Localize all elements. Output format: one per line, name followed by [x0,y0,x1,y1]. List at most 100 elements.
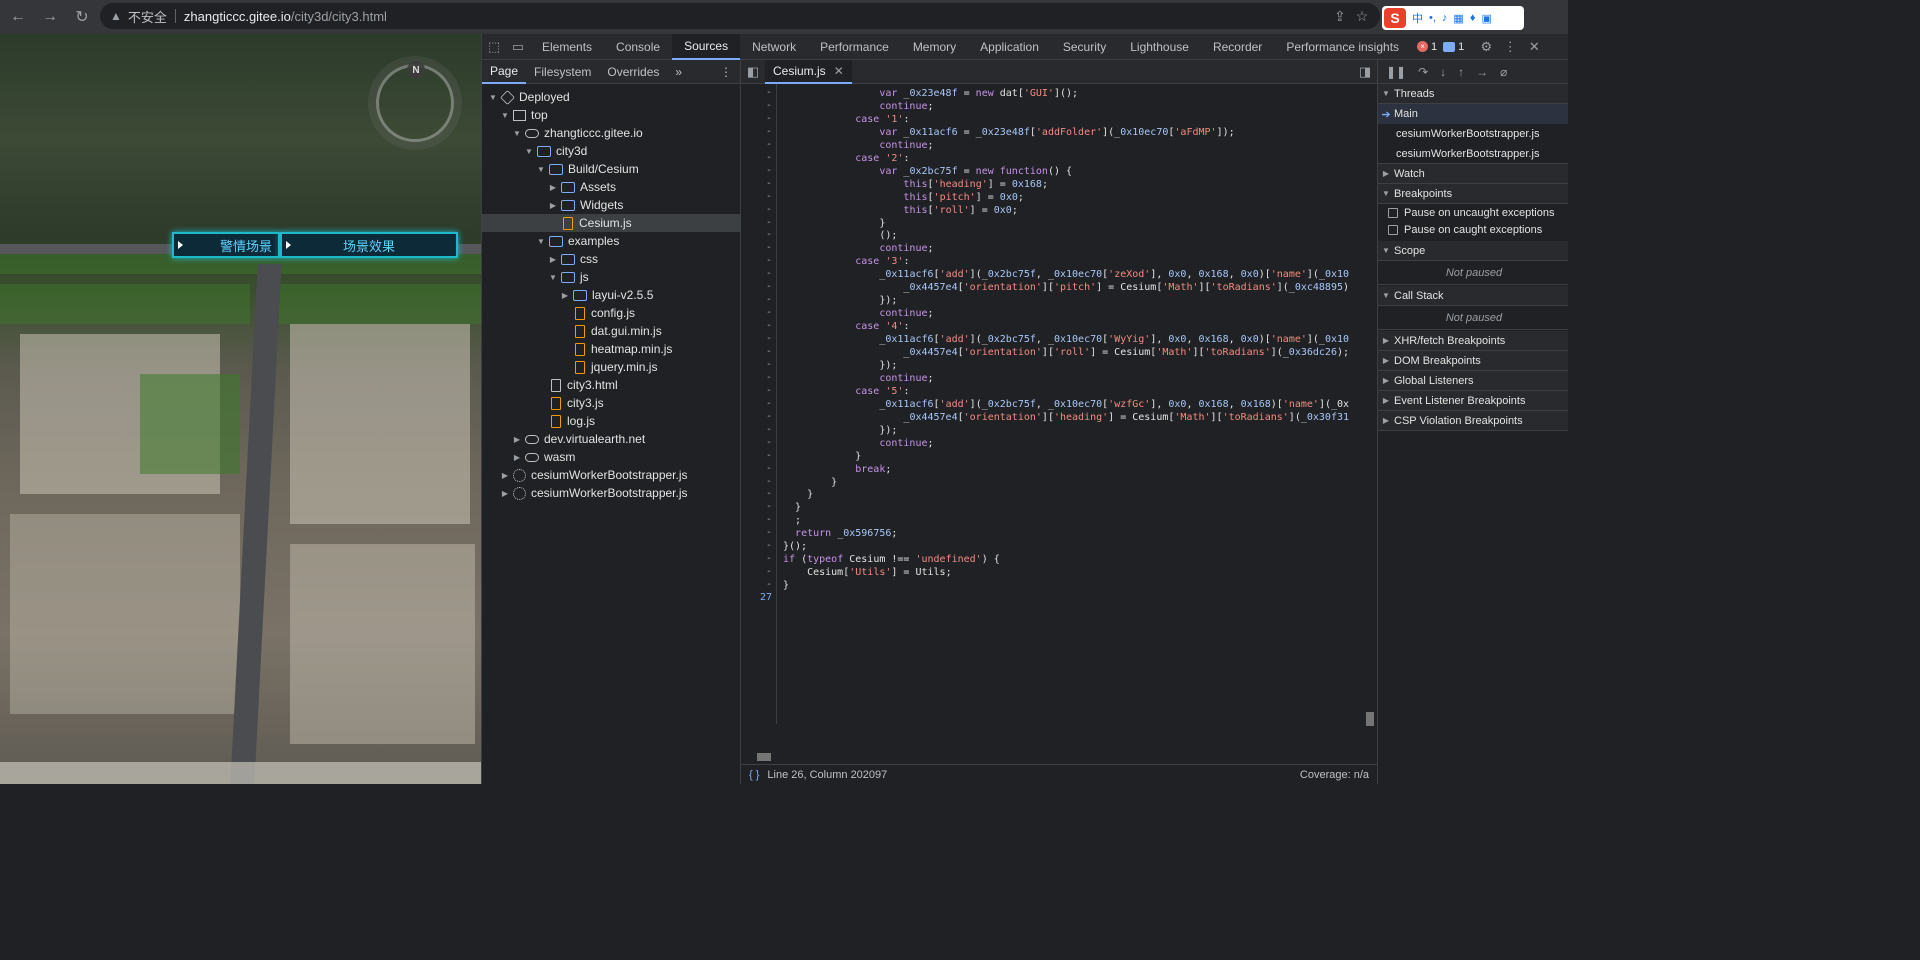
line-number[interactable]: - [766,139,772,150]
code-line[interactable]: } [783,476,837,489]
collapse-arrow-icon[interactable]: ▶ [548,201,558,210]
scrollbar-thumb[interactable] [757,753,771,761]
tree-item[interactable]: ▶ layui-v2.5.5 [482,286,741,304]
collapse-arrow-icon[interactable]: ▶ [548,255,558,264]
thread-main[interactable]: ➔ Main [1378,104,1568,124]
more-options-icon[interactable]: ⋮ [1498,35,1522,59]
punctuation-icon[interactable]: •, [1429,12,1436,24]
code-line[interactable]: continue; [783,139,933,152]
code-line[interactable]: case '2': [783,152,909,165]
insecure-label[interactable]: 不安全 [128,7,167,26]
toggle-debugger-icon[interactable]: ◨ [1353,60,1377,84]
tree-item[interactable]: ▼ js [482,268,741,286]
tree-item[interactable]: ▼ examples [482,232,741,250]
code-line[interactable]: (); [783,229,897,242]
editor-tab-cesium[interactable]: Cesium.js ✕ [765,59,852,84]
expand-arrow-icon[interactable]: ▼ [512,129,522,138]
code-line[interactable]: continue; [783,307,933,320]
tree-item[interactable]: ▶ wasm [482,448,741,466]
settings-gear-icon[interactable]: ⚙ [1474,35,1498,59]
tab-lighthouse[interactable]: Lighthouse [1118,34,1201,60]
tree-item[interactable]: dat.gui.min.js [482,322,741,340]
thread-worker[interactable]: cesiumWorkerBootstrapper.js [1378,124,1568,144]
code-line[interactable]: this['roll'] = 0x0; [783,204,1017,217]
tree-item[interactable]: Cesium.js [482,214,741,232]
code-line[interactable]: _0x11acf6['add'](_0x2bc75f, _0x10ec70['W… [783,333,1349,346]
tree-item[interactable]: ▼ zhangticcc.gitee.io [482,124,741,142]
code-line[interactable]: var _0x11acf6 = _0x23e48f['addFolder'](_… [783,126,1234,139]
tree-item[interactable]: jquery.min.js [482,358,741,376]
line-number[interactable]: - [766,527,772,538]
code-line[interactable]: case '4': [783,320,909,333]
line-number[interactable]: - [766,126,772,137]
line-number[interactable]: - [766,579,772,590]
threads-header[interactable]: ▼ Threads [1378,84,1568,104]
call-stack-header[interactable]: ▼ Call Stack [1378,286,1568,306]
tree-item[interactable]: ▶ Widgets [482,196,741,214]
reload-icon[interactable]: ↻ [68,3,96,31]
line-number[interactable]: - [766,100,772,111]
code-line[interactable]: Cesium['Utils'] = Utils; [783,566,952,579]
tree-item[interactable]: ▼ top [482,106,741,124]
tab-performance[interactable]: Performance [808,34,901,60]
code-line[interactable]: continue; [783,242,933,255]
line-number[interactable]: - [766,553,772,564]
pause-uncaught-option[interactable]: Pause on uncaught exceptions [1378,204,1568,222]
expand-arrow-icon[interactable]: ▼ [488,93,498,102]
address-bar[interactable]: ▲ 不安全 zhangticcc.gitee.io/city3d/city3.h… [100,3,1380,29]
share-icon[interactable]: ⇪ [1334,8,1346,25]
line-number[interactable]: - [766,229,772,240]
breakpoints-header[interactable]: ▼ Breakpoints [1378,184,1568,204]
tab-filesystem[interactable]: Filesystem [526,60,599,84]
checkbox[interactable] [1388,208,1398,218]
tree-item[interactable]: ▶ cesiumWorkerBootstrapper.js [482,466,741,484]
step-icon[interactable]: → [1476,65,1488,79]
line-number[interactable]: - [766,359,772,370]
deactivate-breakpoints-icon[interactable]: ⌀ [1500,65,1507,79]
tree-item[interactable]: heatmap.min.js [482,340,741,358]
url-path[interactable]: /city3d/city3.html [291,9,387,24]
pause-caught-option[interactable]: Pause on caught exceptions [1378,221,1568,239]
line-number[interactable]: - [766,424,772,435]
toggle-navigator-icon[interactable]: ◧ [741,60,765,84]
inspect-element-icon[interactable]: ⬚ [482,35,506,59]
line-number[interactable]: - [766,398,772,409]
line-number[interactable]: - [766,242,772,253]
tree-item[interactable]: ▼ city3d [482,142,741,160]
collapse-arrow-icon[interactable]: ▶ [560,291,570,300]
step-into-icon[interactable]: ↓ [1440,65,1446,79]
url-host[interactable]: zhangticcc.gitee.io [184,9,291,24]
line-number[interactable]: - [766,501,772,512]
dom-breakpoints-header[interactable]: ▶ DOM Breakpoints [1378,351,1568,371]
line-number[interactable]: - [766,307,772,318]
code-line[interactable]: } [783,217,885,230]
code-line[interactable]: var _0x2bc75f = new function() { [783,165,1072,178]
collapse-arrow-icon[interactable]: ▶ [512,435,522,444]
line-number[interactable]: - [766,437,772,448]
code-line[interactable]: _0x11acf6['add'](_0x2bc75f, _0x10ec70['w… [783,398,1349,411]
code-line[interactable]: case '1': [783,113,909,126]
close-devtools-icon[interactable]: ✕ [1522,35,1546,59]
step-out-icon[interactable]: ↑ [1458,65,1464,79]
step-over-icon[interactable]: ↷ [1418,65,1428,79]
collapse-arrow-icon[interactable]: ▶ [548,183,558,192]
csp-violation-breakpoints-header[interactable]: ▶ CSP Violation Breakpoints [1378,411,1568,431]
tree-item[interactable]: ▶ Assets [482,178,741,196]
expand-arrow-icon[interactable]: ▼ [536,165,546,174]
expand-arrow-icon[interactable]: ▼ [500,111,510,120]
vertical-scrollbar[interactable] [1363,84,1377,744]
code-view[interactable]: ---------------------------------------2… [741,84,1361,724]
tree-item[interactable]: city3.js [482,394,741,412]
grid-menu-icon[interactable]: ▣ [1481,12,1491,25]
tab-security[interactable]: Security [1051,34,1118,60]
collapse-arrow-icon[interactable]: ▶ [500,489,510,498]
line-number[interactable]: - [766,152,772,163]
more-tabs-icon[interactable]: » [667,60,690,84]
tab-overrides[interactable]: Overrides [599,60,667,84]
tree-item[interactable]: ▶ dev.virtualearth.net [482,430,741,448]
line-number[interactable]: - [766,411,772,422]
message-badge[interactable]: 1 [1443,41,1464,53]
microphone-icon[interactable]: ♪ [1442,12,1448,24]
line-number[interactable]: - [766,178,772,189]
expand-arrow-icon[interactable]: ▼ [536,237,546,246]
